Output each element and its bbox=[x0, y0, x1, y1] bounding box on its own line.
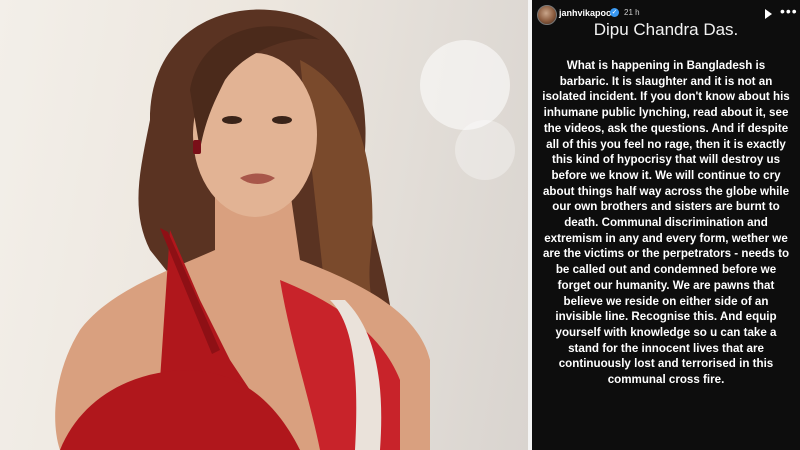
verified-badge-icon: ✓ bbox=[610, 8, 619, 17]
more-options-icon[interactable]: ••• bbox=[780, 3, 798, 19]
story-title: Dipu Chandra Das. bbox=[593, 20, 739, 39]
story-username[interactable]: janhvikapoor bbox=[559, 8, 615, 18]
story-timestamp: 21 h bbox=[624, 8, 640, 17]
story-body-text: What is happening in Bangladesh is barba… bbox=[542, 59, 790, 387]
play-icon[interactable] bbox=[765, 9, 772, 19]
portrait-illustration bbox=[55, 9, 431, 450]
photo-panel bbox=[0, 0, 528, 450]
story-panel: janhvikapoor ✓ 21 h ••• Dipu Chandra Das… bbox=[532, 0, 800, 450]
